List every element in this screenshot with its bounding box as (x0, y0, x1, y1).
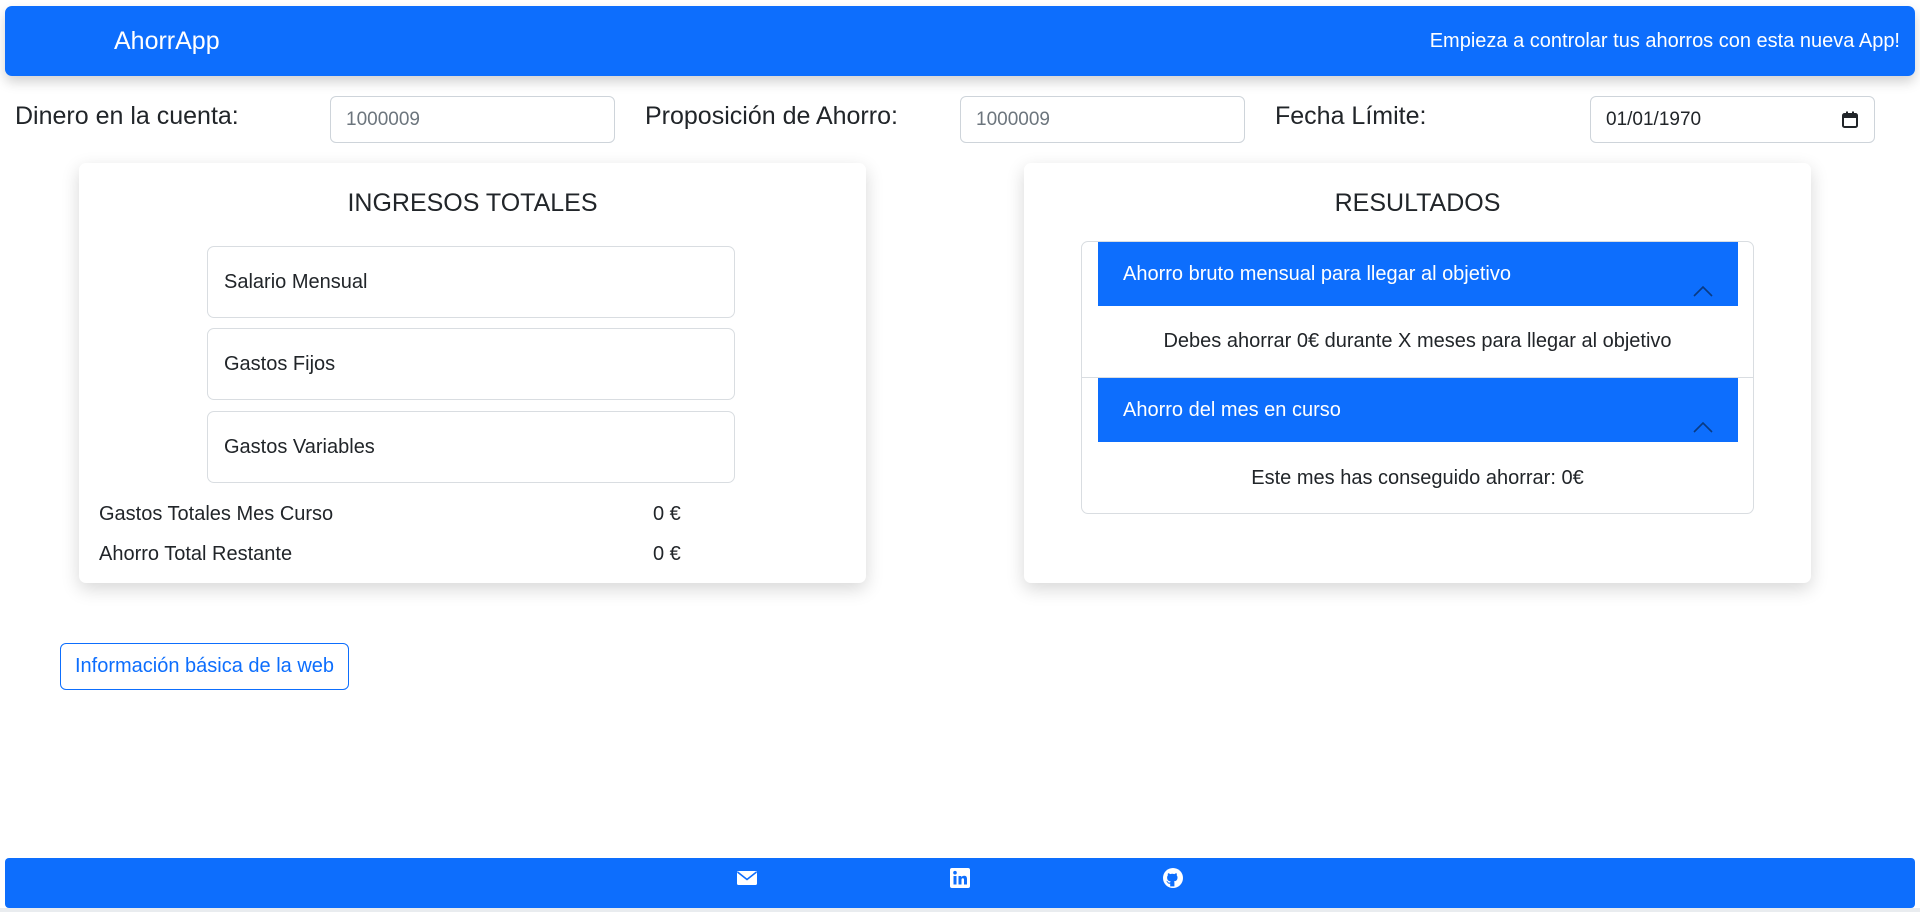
accordion-header-monthly-goal[interactable]: Ahorro bruto mensual para llegar al obje… (1098, 242, 1738, 306)
chevron-up-icon (1692, 400, 1714, 433)
chevron-up-icon (1692, 264, 1714, 297)
balance-input[interactable] (330, 96, 615, 143)
fixed-expenses-item[interactable]: Gastos Fijos (207, 328, 735, 400)
deadline-date-input[interactable]: 01/01/1970 (1590, 96, 1875, 143)
balance-label: Dinero en la cuenta: (15, 102, 239, 130)
accordion-header-current-month[interactable]: Ahorro del mes en curso (1098, 378, 1738, 442)
proposal-label: Proposición de Ahorro: (645, 102, 898, 130)
envelope-icon[interactable] (736, 867, 758, 889)
total-expenses-value: 0 € (653, 503, 681, 525)
accordion-body-current-month: Este mes has conseguido ahorrar: 0€ (1251, 467, 1584, 489)
remaining-savings-label: Ahorro Total Restante (99, 543, 293, 565)
remaining-savings-value: 0 € (653, 543, 681, 565)
calendar-icon[interactable] (1842, 111, 1858, 128)
accordion-header-label: Ahorro bruto mensual para llegar al obje… (1123, 263, 1511, 285)
info-button[interactable]: Información básica de la web (60, 643, 349, 690)
income-card-title: INGRESOS TOTALES (347, 189, 598, 217)
results-card-title: RESULTADOS (1334, 189, 1501, 217)
accordion-body-monthly-goal: Debes ahorrar 0€ durante X meses para ll… (1163, 330, 1672, 352)
brand-logo[interactable]: AhorrApp (114, 6, 220, 76)
deadline-label: Fecha Límite: (1275, 102, 1427, 130)
github-icon[interactable] (1162, 867, 1184, 889)
salary-item[interactable]: Salario Mensual (207, 246, 735, 318)
accordion-header-label: Ahorro del mes en curso (1123, 399, 1341, 421)
footer (5, 858, 1915, 908)
total-expenses-label: Gastos Totales Mes Curso (99, 503, 334, 525)
navbar: AhorrApp Empieza a controlar tus ahorros… (5, 6, 1915, 76)
income-card: INGRESOS TOTALES Salario Mensual Gastos … (79, 163, 866, 583)
variable-expenses-item[interactable]: Gastos Variables (207, 411, 735, 483)
results-accordion: Ahorro bruto mensual para llegar al obje… (1081, 241, 1754, 514)
deadline-date-value: 01/01/1970 (1606, 108, 1702, 130)
linkedin-icon[interactable] (949, 867, 971, 889)
bottom-strip (0, 908, 1920, 912)
navbar-tagline: Empieza a controlar tus ahorros con esta… (1429, 30, 1900, 52)
proposal-input[interactable] (960, 96, 1245, 143)
